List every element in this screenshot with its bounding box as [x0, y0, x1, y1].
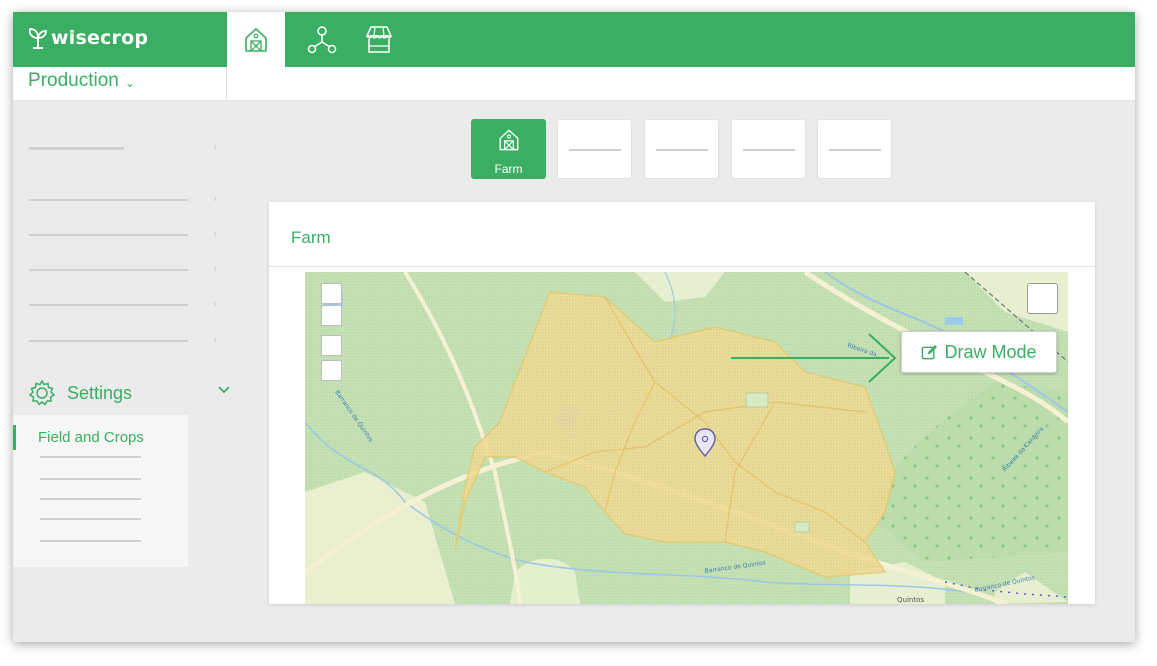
- edit-icon: [922, 344, 938, 359]
- map-label-layer: Barranco de Quintos Barranco de Quintos …: [333, 342, 1045, 604]
- sub-bar: Production ⌄: [13, 67, 1135, 101]
- chevron-down-icon: [218, 386, 230, 394]
- step-tab-placeholder[interactable]: [731, 119, 806, 179]
- nav-tab-farm[interactable]: [227, 12, 285, 67]
- network-nodes-icon: [307, 25, 337, 53]
- chevron-right-icon: ›: [213, 140, 218, 153]
- map-label-creek: Ribeira da Cardeira: [1001, 425, 1045, 473]
- sidebar-item-placeholder[interactable]: [29, 199, 188, 201]
- chevron-right-icon: ›: [213, 192, 218, 205]
- market-stall-icon: [365, 25, 393, 53]
- farm-map[interactable]: Barranco de Quintos Barranco de Quintos …: [305, 272, 1068, 604]
- chevron-right-icon: ›: [213, 262, 218, 275]
- map-draw-marker-button[interactable]: [321, 360, 342, 381]
- module-selector-label: Production: [28, 70, 119, 91]
- step-placeholder-line: [656, 149, 708, 151]
- map-label-creek: Barranco de Quintos: [974, 574, 1036, 594]
- sidebar-item-placeholder[interactable]: [29, 234, 188, 236]
- submenu-item-placeholder[interactable]: [40, 540, 141, 542]
- sidebar-item-placeholder[interactable]: [29, 147, 124, 150]
- submenu-item-placeholder[interactable]: [40, 478, 141, 480]
- sidebar-item-placeholder[interactable]: [29, 340, 188, 342]
- brand-name: wisecrop: [51, 27, 149, 49]
- submenu-item-placeholder[interactable]: [40, 456, 141, 458]
- step-placeholder-line: [829, 149, 881, 151]
- nav-tab-network[interactable]: [293, 12, 351, 67]
- panel-title: Farm: [291, 228, 331, 247]
- chevron-right-icon: ›: [213, 227, 218, 240]
- gear-icon: [28, 379, 56, 406]
- sidebar-item-placeholder[interactable]: [29, 269, 188, 271]
- chevron-down-icon: ⌄: [124, 76, 135, 90]
- chevron-right-icon: ›: [213, 333, 218, 346]
- app-window: wisecrop Production ⌄ › › › › › › Settin…: [13, 12, 1135, 642]
- panel-divider: [269, 266, 1095, 267]
- step-tab-farm-label: Farm: [494, 162, 523, 176]
- brand-logo[interactable]: wisecrop: [27, 26, 148, 50]
- chevron-right-icon: ›: [213, 297, 218, 310]
- nav-tab-market[interactable]: [350, 12, 408, 67]
- sidebar-item-settings[interactable]: Settings: [27, 377, 230, 409]
- map-draw-polygon-button[interactable]: [321, 335, 342, 356]
- step-placeholder-line: [743, 149, 795, 151]
- step-tab-placeholder[interactable]: [817, 119, 892, 179]
- sprout-logo-icon: [28, 28, 47, 49]
- settings-submenu: Field and Crops: [13, 415, 188, 567]
- step-tab-placeholder[interactable]: [644, 119, 719, 179]
- map-zoom-in-button[interactable]: [321, 283, 342, 304]
- top-bar: wisecrop: [13, 12, 1135, 67]
- sidebar-item-settings-label: Settings: [67, 382, 133, 403]
- farm-barn-icon: [499, 129, 519, 151]
- sidebar-item-placeholder[interactable]: [29, 304, 188, 306]
- annotation-arrow-icon: [731, 333, 897, 383]
- submenu-item-field-and-crops[interactable]: Field and Crops: [38, 429, 144, 446]
- step-tab-farm[interactable]: Farm: [471, 119, 546, 179]
- subbar-divider: [226, 67, 227, 101]
- farm-barn-icon: [245, 27, 267, 52]
- module-selector[interactable]: Production ⌄: [28, 70, 135, 92]
- submenu-item-placeholder[interactable]: [40, 498, 141, 500]
- map-label-creek: Barranco de Quintos: [704, 559, 766, 574]
- draw-mode-label: Draw Mode: [944, 341, 1037, 362]
- map-label-creek: Barranco de Quintos: [333, 389, 374, 443]
- map-layers-button[interactable]: [1027, 283, 1058, 314]
- draw-mode-button[interactable]: Draw Mode: [901, 331, 1057, 373]
- map-label-place: Quintos: [897, 596, 924, 604]
- map-zoom-out-button[interactable]: [321, 305, 342, 326]
- farm-panel: Farm Barranco de Quintos Barranco de Qui…: [269, 202, 1095, 604]
- step-tab-placeholder[interactable]: [557, 119, 632, 179]
- step-placeholder-line: [569, 149, 621, 151]
- submenu-item-placeholder[interactable]: [40, 518, 141, 520]
- active-indicator: [13, 425, 16, 450]
